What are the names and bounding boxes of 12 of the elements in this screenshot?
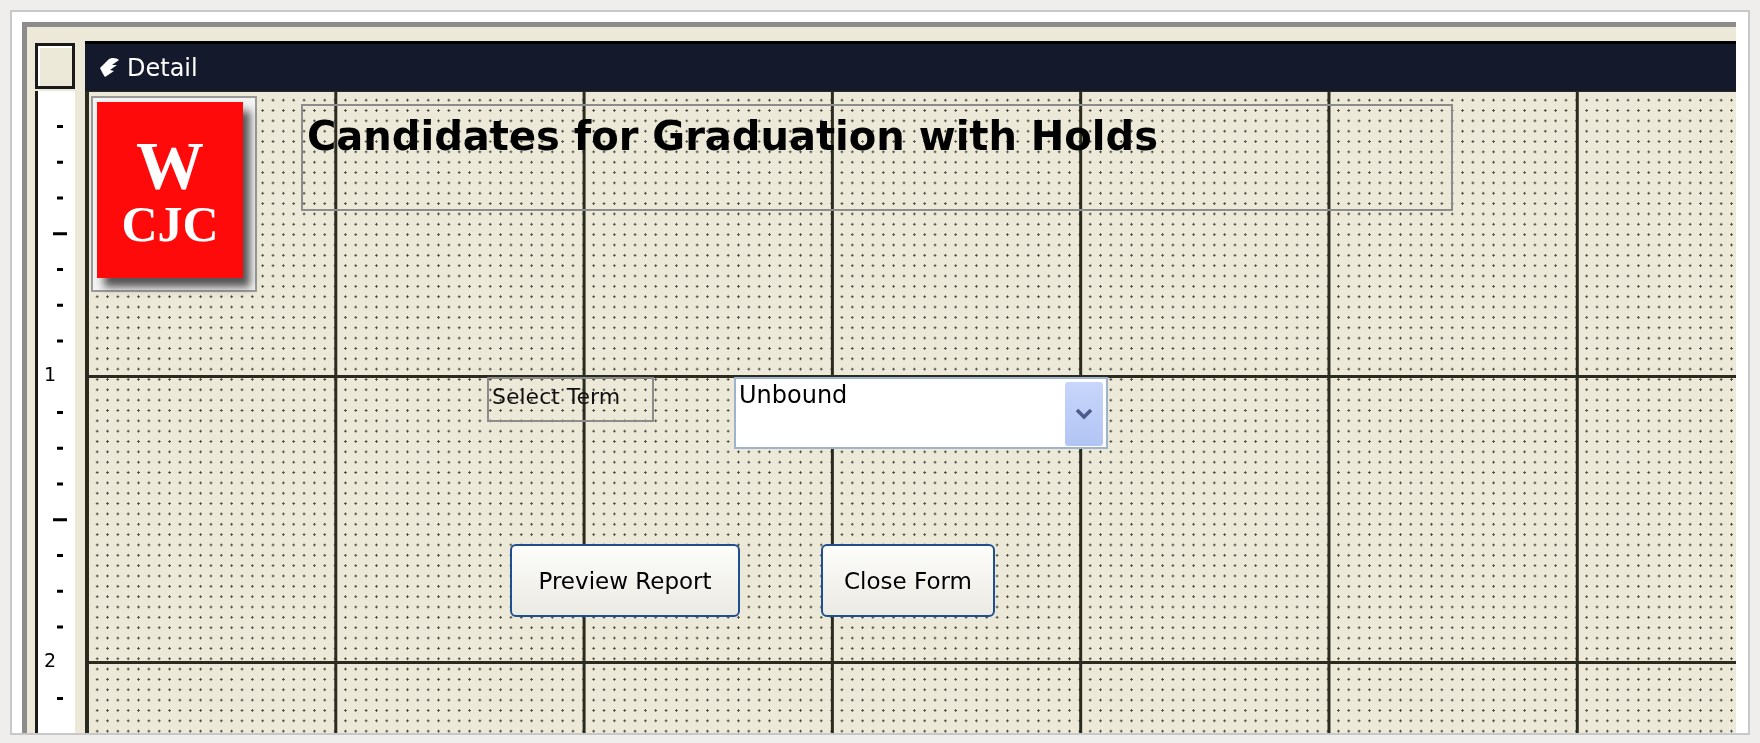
ruler-corner[interactable] (35, 43, 75, 89)
section-title: Detail (127, 55, 198, 80)
ruler-number: 2 (44, 651, 57, 670)
ruler-number: 1 (44, 365, 57, 384)
combo-value: Unbound (739, 382, 848, 409)
logo: W CJC (97, 102, 243, 278)
logo-frame[interactable]: W CJC (91, 96, 257, 292)
form-button[interactable]: Preview Report (510, 544, 740, 617)
term-combo-box[interactable]: Unbound (734, 377, 1108, 449)
form-button[interactable]: Close Form (821, 544, 995, 617)
dropdown-button[interactable] (1065, 382, 1103, 446)
chevron-down-icon (1075, 408, 1093, 420)
